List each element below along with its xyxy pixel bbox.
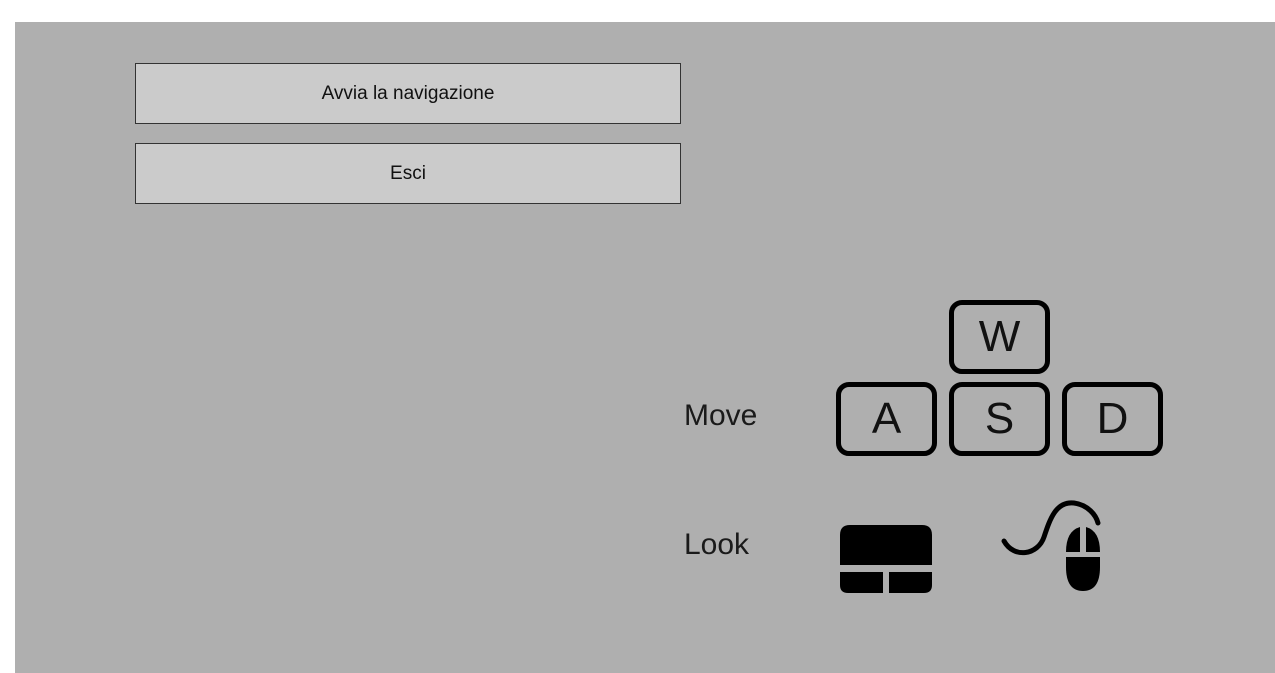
key-a-letter: A [871, 394, 902, 443]
exit-label: Esci [390, 162, 426, 184]
move-label: Move [684, 399, 758, 432]
key-s-icon: S [949, 382, 1050, 456]
key-a-icon: A [836, 382, 937, 456]
touchpad-icon [840, 525, 932, 593]
mouse-icon [1001, 500, 1101, 591]
key-s-letter: S [984, 394, 1015, 443]
key-w-letter: W [978, 312, 1021, 361]
exit-button[interactable]: Esci [135, 143, 681, 204]
key-w-icon: W [949, 300, 1050, 374]
key-d-letter: D [1096, 394, 1129, 443]
start-navigation-button[interactable]: Avvia la navigazione [135, 63, 681, 124]
key-d-icon: D [1062, 382, 1163, 456]
look-label: Look [684, 528, 750, 561]
main-menu-panel: Avvia la navigazione Esci Move W A S D L… [15, 22, 1275, 673]
start-navigation-label: Avvia la navigazione [321, 82, 495, 104]
